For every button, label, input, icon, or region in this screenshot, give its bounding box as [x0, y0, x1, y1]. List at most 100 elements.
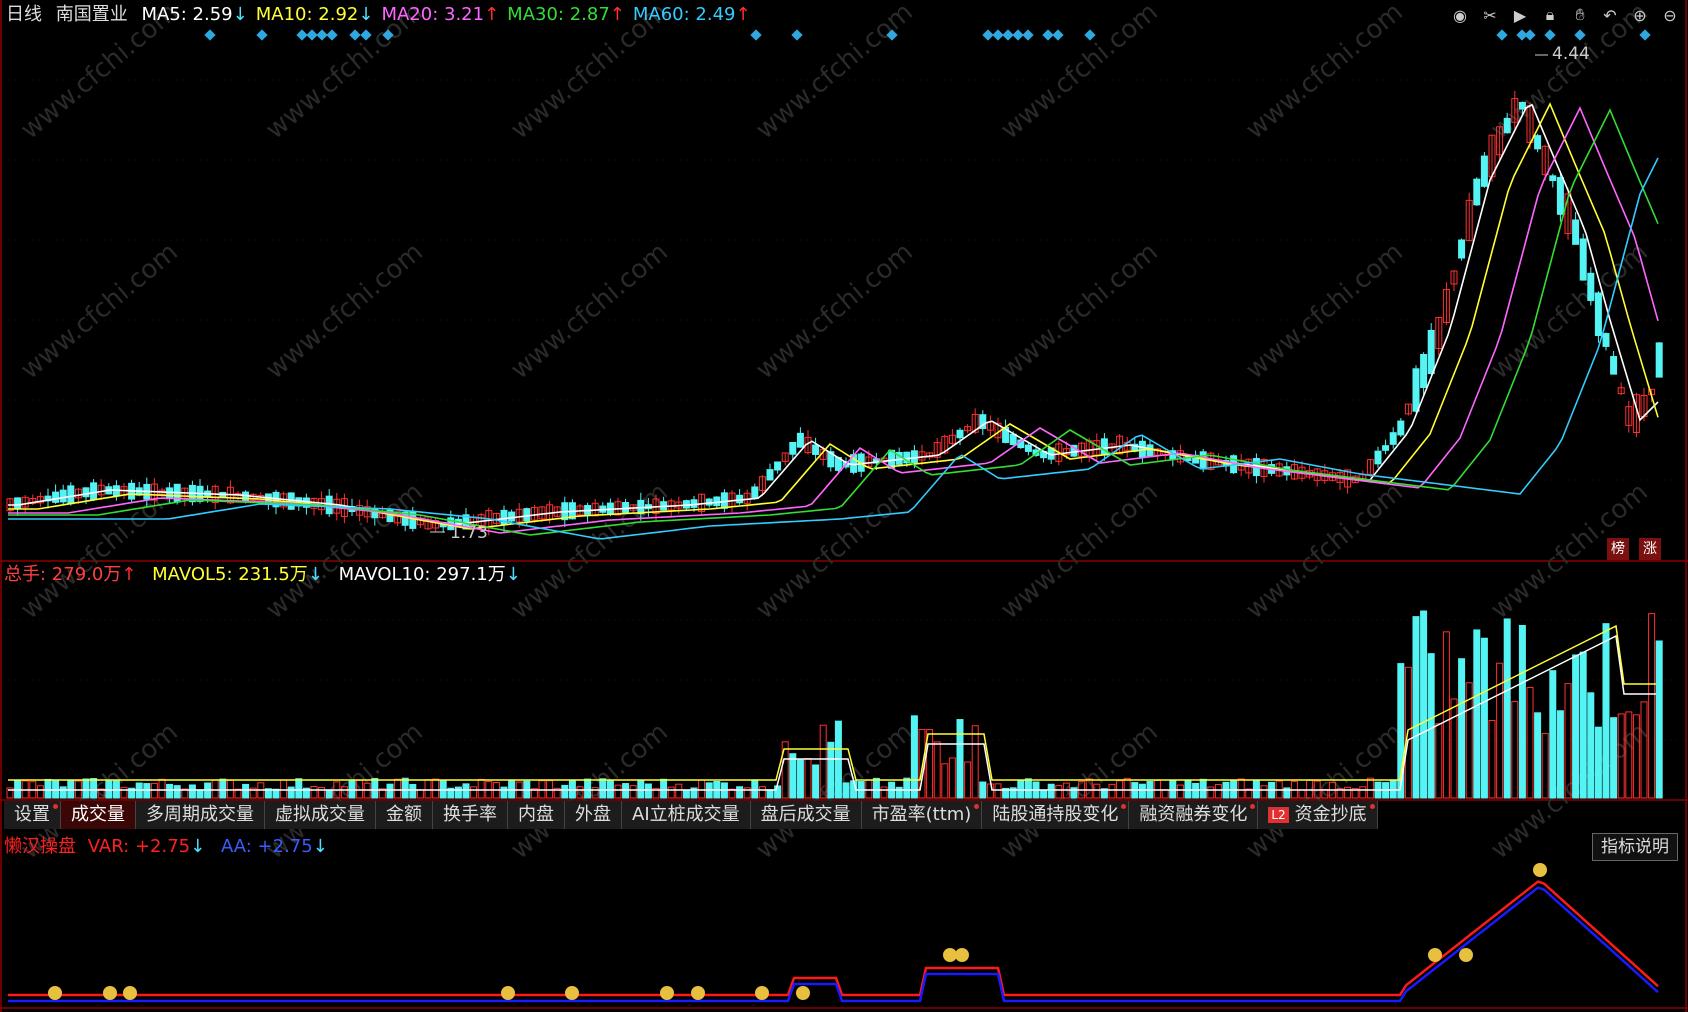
signal-face-icon	[123, 986, 137, 1000]
signal-face-icon	[1533, 863, 1547, 877]
tab-label: 资金抄底	[1294, 804, 1367, 825]
watermark-text: www.cfchi.com	[750, 477, 919, 625]
indicator-tabs: 设置 成交量 多周期成交量 虚拟成交量 金额 换手率 内盘 外盘 AI立桩成交量 盘后成交量 市盈率…	[4, 801, 1378, 831]
aa-arrow: ↓	[312, 836, 328, 857]
tab-label: 市盈率(ttm)	[871, 804, 972, 825]
volume-bar	[1549, 670, 1557, 799]
signal-diamond	[204, 29, 216, 41]
indicator-name[interactable]: 懒汉操盘	[4, 836, 76, 857]
tab-item[interactable]: 成交量	[61, 801, 136, 829]
tab-item[interactable]: L2 资金抄底	[1258, 801, 1378, 829]
signal-diamond	[1012, 29, 1024, 41]
tab-item[interactable]: 金额	[376, 801, 433, 829]
watermark-text: www.cfchi.com	[750, 0, 919, 145]
volume-bar	[500, 786, 508, 799]
mavol5-value: MAVOL5: 231.5万	[152, 564, 308, 585]
undo-icon[interactable]: ↶	[1600, 5, 1620, 25]
signal-diamond	[1544, 29, 1556, 41]
watermark-text: www.cfchi.com	[1240, 477, 1409, 625]
volume-bar	[986, 783, 994, 799]
volume-bar	[1427, 653, 1435, 799]
indicator-help-button[interactable]: 指标说明	[1592, 833, 1678, 861]
volume-bar	[1503, 618, 1511, 799]
tab-item[interactable]: AI立桩成交量	[622, 801, 751, 829]
candle-body	[1389, 432, 1397, 445]
candle-body	[812, 444, 820, 455]
candle-body	[1556, 177, 1564, 215]
limit-up-badge[interactable]: 涨	[1639, 538, 1661, 560]
ma-legend-item: MA10: 2.92	[255, 4, 359, 25]
volume-bar	[812, 764, 820, 799]
volume-bar	[1207, 786, 1215, 799]
candle-body	[59, 489, 67, 503]
volume-bar	[173, 785, 181, 799]
volume-bar	[166, 783, 174, 799]
volume-bar	[424, 779, 432, 799]
tab-item[interactable]: 陆股通持股变化	[982, 801, 1130, 829]
tab-item[interactable]: 多周期成交量	[136, 801, 265, 829]
eye-icon[interactable]: ◉	[1450, 5, 1470, 25]
tab-label: 金额	[386, 804, 422, 825]
signal-face-icon	[1459, 948, 1473, 962]
tab-item[interactable]: 内盘	[508, 801, 565, 829]
ma-legend: MA5: 2.59↓ MA10: 2.92↓ MA20: 3.21↑ MA30: 2.…	[141, 4, 758, 25]
tab-label: 陆股通持股变化	[992, 804, 1119, 825]
watermark-text: www.cfchi.com	[505, 237, 674, 385]
volume-bar	[394, 778, 402, 799]
tab-item[interactable]: 市盈率(ttm)	[861, 801, 983, 829]
volume-bar	[1237, 778, 1245, 799]
tab-label: 融资融券变化	[1139, 804, 1248, 825]
volume-bar	[295, 778, 303, 799]
tab-dot	[1121, 804, 1127, 809]
volume-bar	[698, 779, 706, 799]
signal-diamond	[791, 29, 803, 41]
scissors-icon[interactable]: ✂	[1480, 5, 1500, 25]
volume-bar	[287, 786, 295, 799]
price-header: 日线 南国置业 MA5: 2.59↓ MA10: 2.92↓ MA20: 3.21↑…	[6, 2, 767, 28]
tab-item[interactable]: 盘后成交量	[750, 801, 862, 829]
tab-label: 盘后成交量	[760, 804, 851, 825]
volume-bar	[143, 783, 151, 799]
zoom-in-icon[interactable]: ⊕	[1630, 5, 1650, 25]
tab-item[interactable]: 融资融券变化	[1129, 801, 1259, 829]
volume-bar	[827, 741, 835, 799]
volume-bar	[1511, 701, 1519, 799]
lock-icon[interactable]: 🔒︎	[1540, 5, 1560, 25]
candle-body	[1024, 444, 1032, 452]
mavol10-value: MAVOL10: 297.1万	[338, 564, 506, 585]
ranking-badge[interactable]: 榜	[1607, 538, 1629, 560]
chart-toolbar: ◉ ✂ ▶ 🔒︎ ✋︎ ↶ ⊕ ⊖	[1450, 2, 1680, 28]
volume-bar	[1070, 787, 1078, 799]
volume-bar	[409, 783, 417, 799]
l2-badge: L2	[1268, 807, 1289, 823]
period-label[interactable]: 日线	[6, 4, 42, 25]
candle-body	[1602, 333, 1610, 347]
watermark-text: www.cfchi.com	[1485, 237, 1654, 385]
var-arrow: ↓	[190, 836, 206, 857]
volume-bar	[226, 779, 234, 799]
watermark-text: www.cfchi.com	[1240, 0, 1409, 145]
volume-bar	[1176, 784, 1184, 799]
signal-diamond	[1639, 29, 1651, 41]
candle-body	[82, 487, 90, 498]
tab-item[interactable]: 虚拟成交量	[265, 801, 376, 829]
zoom-out-icon[interactable]: ⊖	[1660, 5, 1680, 25]
signal-diamond	[982, 29, 994, 41]
var-value: VAR: +2.75	[87, 836, 191, 857]
candle-body	[766, 469, 774, 481]
hand-icon[interactable]: ✋︎	[1570, 5, 1590, 25]
volume-bar	[842, 782, 850, 799]
candle-body	[1100, 438, 1108, 456]
tab-item[interactable]: 设置	[4, 801, 61, 829]
volume-bar	[758, 786, 766, 799]
chart-canvas[interactable]: www.cfchi.com www.cfchi.com www.cfchi.com w…	[0, 0, 1688, 1012]
volume-bar	[660, 778, 668, 799]
tab-item[interactable]: 换手率	[433, 801, 508, 829]
ma-legend-arrow: ↑	[735, 4, 751, 25]
candle-body	[1572, 219, 1580, 245]
ma-legend-item: MA60: 2.49	[632, 4, 736, 25]
tab-item[interactable]: 外盘	[565, 801, 622, 829]
volume-bar	[1488, 719, 1496, 799]
volume-bar	[211, 779, 219, 799]
play-icon[interactable]: ▶	[1510, 5, 1530, 25]
